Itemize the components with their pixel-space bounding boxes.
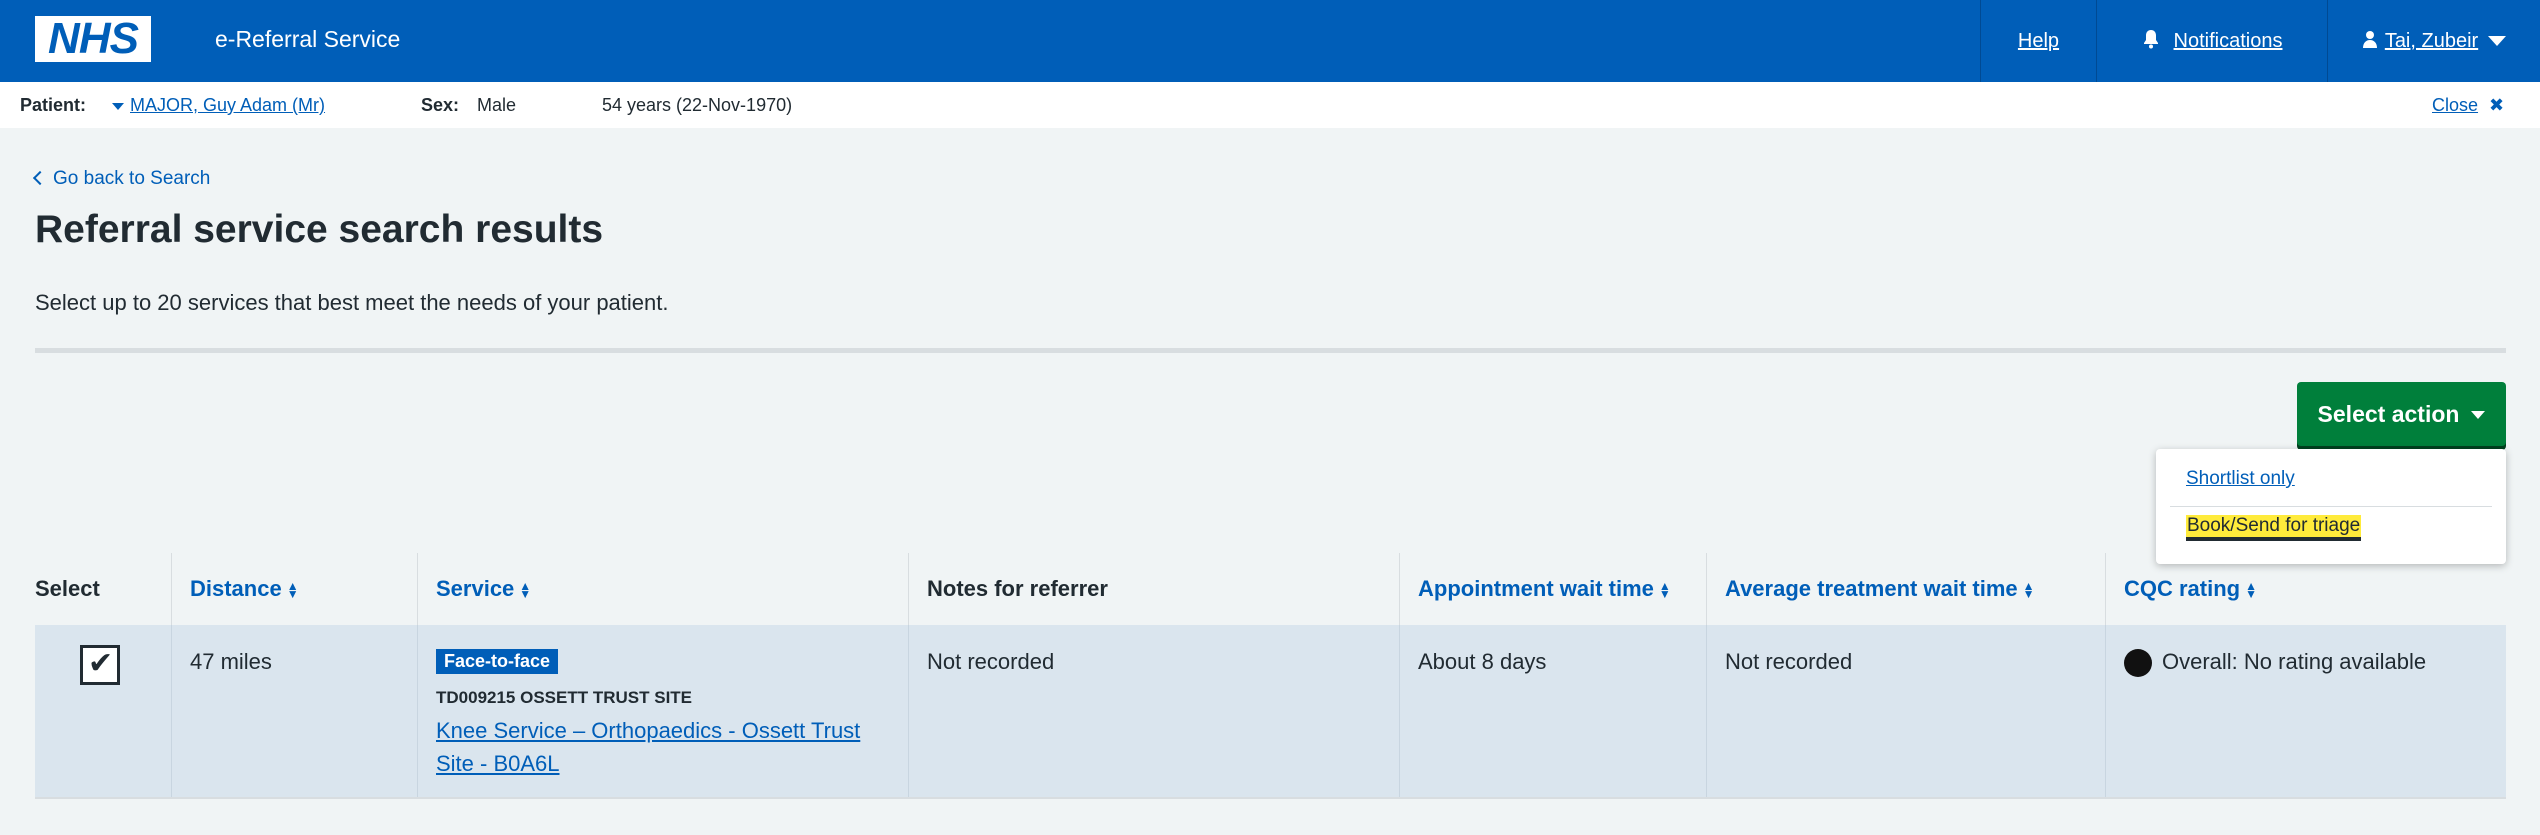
header-notes: Notes for referrer [909, 553, 1400, 625]
header-service[interactable]: Service ▲ ▼ [418, 553, 909, 625]
header-appointment-wait[interactable]: Appointment wait time ▲ ▼ [1400, 553, 1707, 625]
back-link[interactable]: Go back to Search [32, 168, 211, 190]
site-code: TD009215 OSSETT TRUST SITE [436, 688, 693, 707]
patient-name-toggle[interactable]: MAJOR, Guy Adam (Mr) [112, 95, 325, 116]
rating-dot-icon [2124, 649, 2152, 678]
service-link[interactable]: Knee Service – Orthopaedics - Ossett Tru… [436, 714, 896, 780]
header-treatment-wait[interactable]: Average treatment wait time ▲ ▼ [1707, 553, 2106, 625]
cqc-rating-text: Overall: No rating available [2162, 649, 2427, 674]
user-menu[interactable]: Tai, Zubeir [2327, 0, 2540, 82]
header-cqc-rating[interactable]: CQC rating ▲ ▼ [2106, 553, 2506, 625]
chevron-down-icon [2488, 36, 2507, 46]
header-service-label: Service [436, 576, 515, 601]
select-checkbox[interactable]: ✔ [80, 645, 120, 685]
close-patient[interactable]: Close ✖ [2432, 95, 2504, 116]
site-header: NHS e-Referral Service Help Notification… [0, 0, 2540, 82]
sort-icon: ▲ ▼ [1658, 579, 1671, 602]
table-row: ✔ 47 miles Face-to-face TD009215 OSSETT … [35, 625, 2506, 799]
help-link[interactable]: Help [2018, 30, 2059, 53]
cell-distance: 47 miles [172, 625, 418, 797]
intro-text: Select up to 20 services that best meet … [35, 290, 669, 315]
patient-banner: Patient: MAJOR, Guy Adam (Mr) Sex: Male … [0, 82, 2540, 128]
user-name-link[interactable]: Tai, Zubeir [2385, 30, 2478, 53]
section-divider [35, 348, 2506, 353]
header-appointment-wait-label: Appointment wait time [1418, 576, 1654, 601]
check-icon: ✔ [88, 647, 114, 680]
cell-treatment-wait: Not recorded [1707, 625, 2106, 797]
cell-service: Face-to-face TD009215 OSSETT TRUST SITE … [418, 625, 909, 797]
face-to-face-badge: Face-to-face [436, 649, 559, 674]
service-name: e-Referral Service [215, 26, 401, 52]
sort-icon: ▲ ▼ [286, 579, 299, 602]
menu-item-shortlist-only[interactable]: Shortlist only [2186, 468, 2295, 490]
select-action-button[interactable]: Select action [2297, 382, 2506, 446]
back-link-label: Go back to Search [53, 168, 211, 189]
cell-notes: Not recorded [909, 625, 1400, 797]
nhs-logo[interactable]: NHS [35, 16, 151, 62]
logo-text: NHS [48, 14, 139, 63]
chevron-left-icon [32, 170, 48, 186]
age-dob: 54 years (22-Nov-1970) [602, 95, 793, 115]
sort-icon: ▲ ▼ [2022, 579, 2035, 602]
action-dropdown-menu: Shortlist only Book/Send for triage [2156, 449, 2506, 564]
menu-item-book-send-for-triage[interactable]: Book/Send for triage [2186, 515, 2362, 541]
patient-label: Patient: [20, 95, 87, 115]
header-treatment-wait-label: Average treatment wait time [1725, 576, 2018, 601]
close-icon: ✖ [2489, 95, 2505, 115]
header-select: Select [35, 553, 172, 625]
sex-label: Sex: [421, 95, 460, 115]
select-action-label: Select action [2317, 400, 2460, 427]
page-title: Referral service search results [35, 208, 604, 251]
chevron-down-icon [2471, 411, 2486, 420]
header-distance-label: Distance [190, 576, 282, 601]
help-nav: Help [1980, 0, 2096, 82]
notifications-nav: Notifications [2096, 0, 2327, 82]
menu-divider [2170, 506, 2492, 507]
close-link[interactable]: Close [2432, 95, 2478, 115]
cell-cqc-rating: Overall: No rating available [2106, 625, 2506, 797]
sex-value: Male [477, 95, 517, 115]
table-header: Select Distance ▲ ▼ Service ▲ ▼ Notes for re… [35, 553, 2506, 625]
sort-icon: ▲ ▼ [519, 579, 532, 602]
patient-name-link[interactable]: MAJOR, Guy Adam (Mr) [130, 95, 325, 115]
cell-appointment-wait: About 8 days [1400, 625, 1707, 797]
bell-icon [2142, 29, 2160, 54]
sort-icon: ▲ ▼ [2245, 579, 2258, 602]
user-icon [2362, 30, 2377, 53]
cell-select: ✔ [35, 625, 172, 797]
header-distance[interactable]: Distance ▲ ▼ [172, 553, 418, 625]
header-cqc-rating-label: CQC rating [2124, 576, 2241, 601]
caret-down-icon [112, 102, 124, 110]
notifications-link[interactable]: Notifications [2174, 30, 2283, 53]
